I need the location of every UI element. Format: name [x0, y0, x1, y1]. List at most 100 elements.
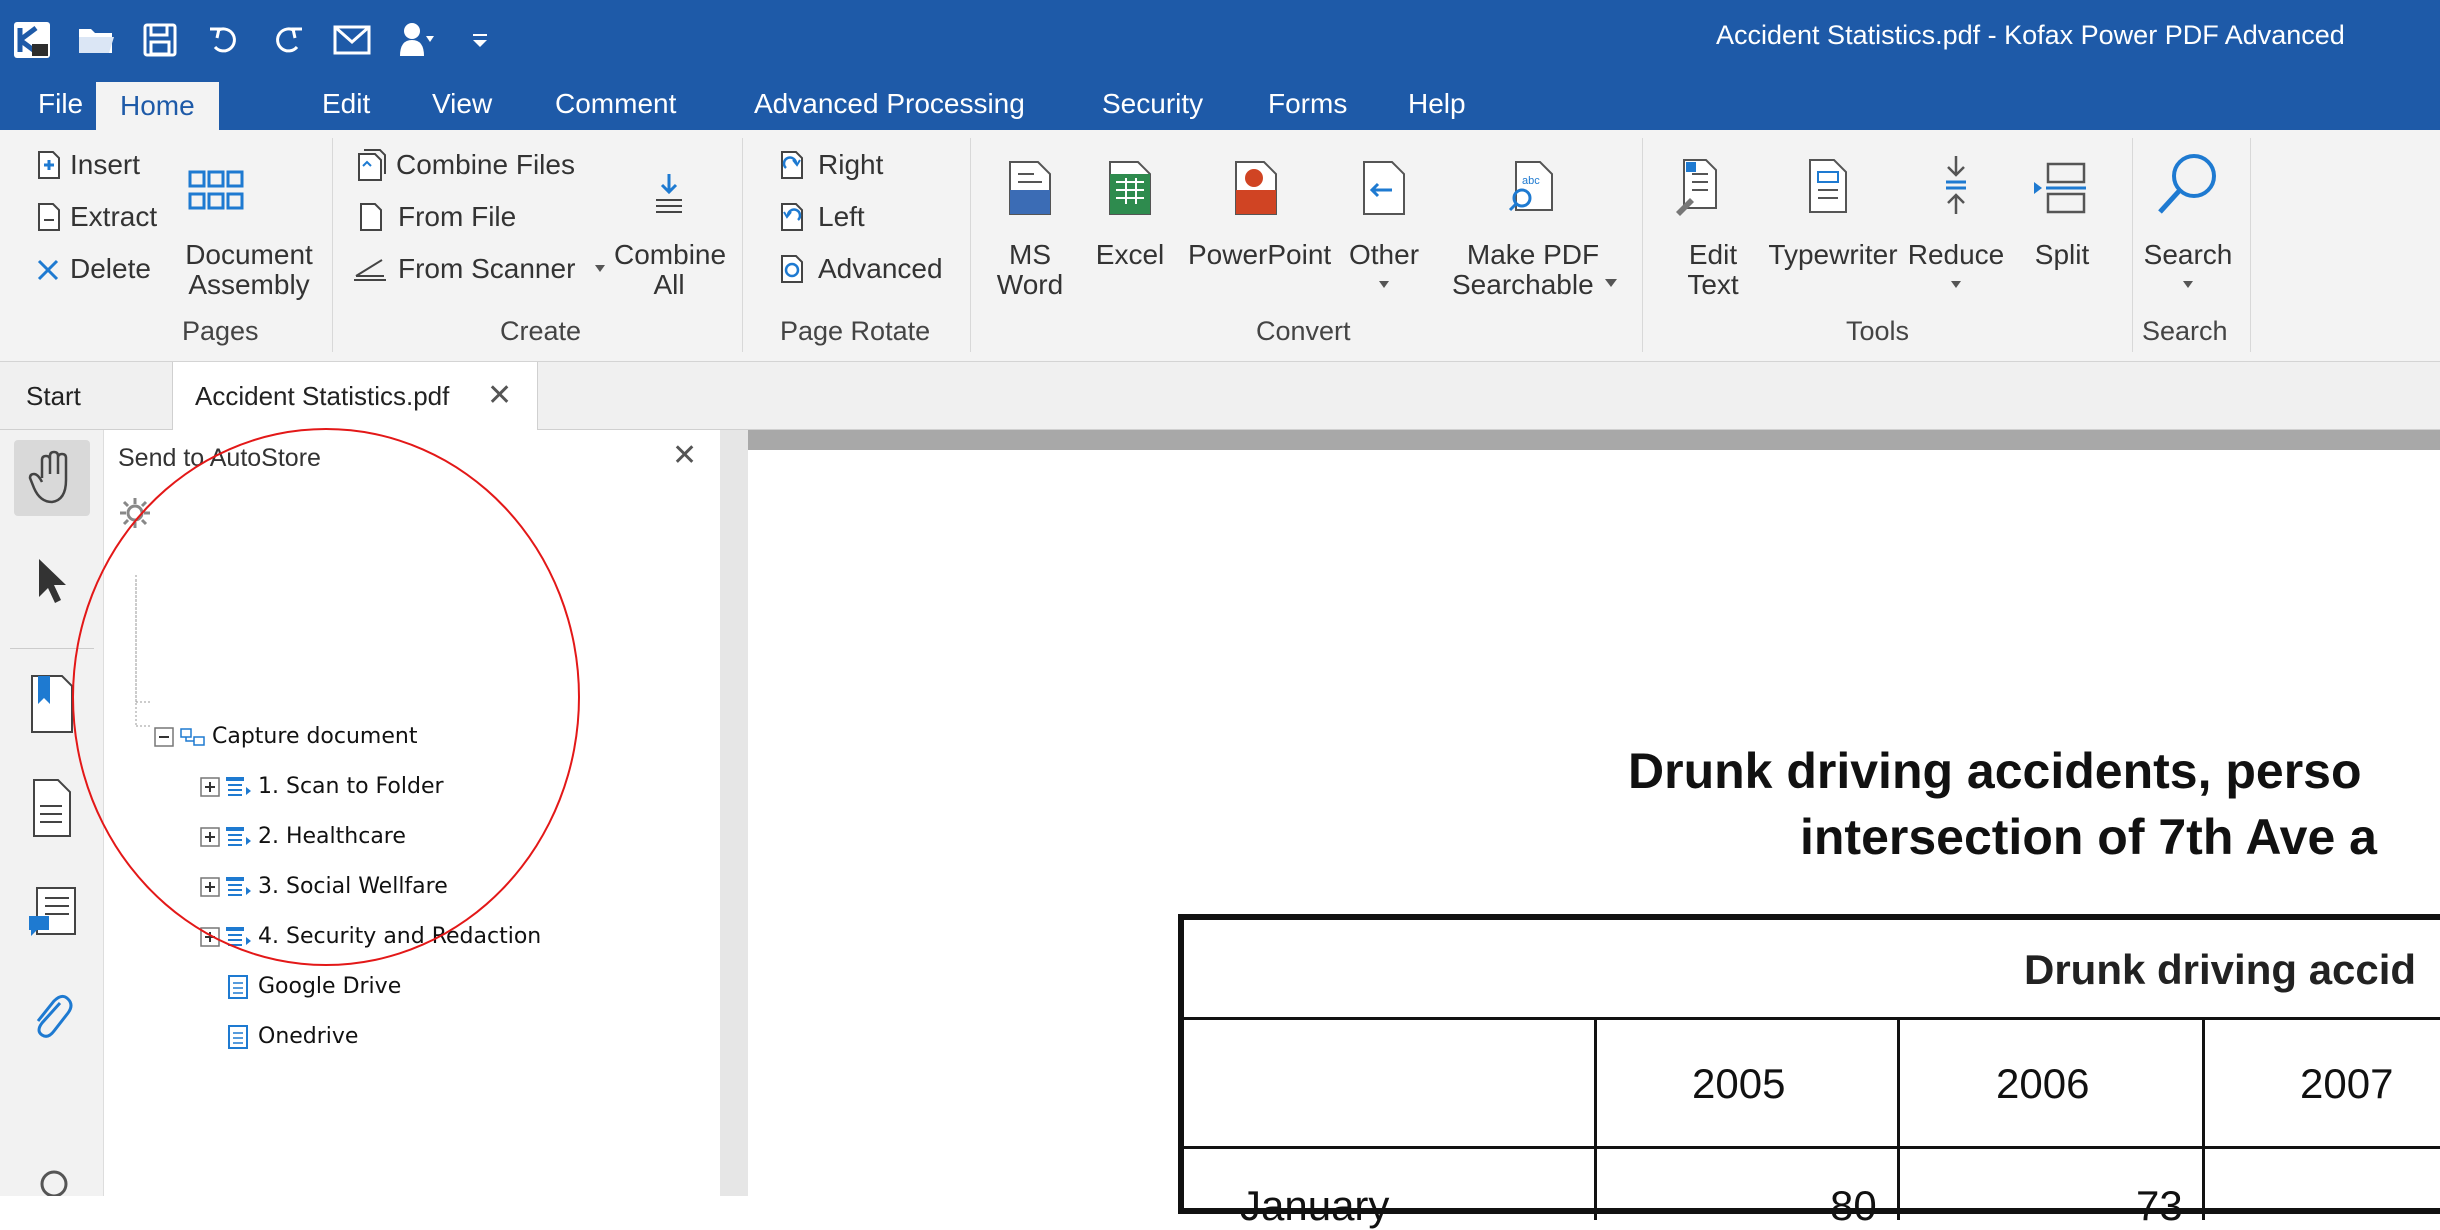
- search-group-label: Search: [2142, 316, 2228, 346]
- split-icon: [2034, 162, 2086, 214]
- save-icon[interactable]: [138, 18, 182, 62]
- tab-file[interactable]: File: [38, 78, 83, 130]
- make-pdf-label: Make PDF: [1466, 239, 1600, 270]
- tree-item-label: 3. Social Wellfare: [258, 874, 448, 899]
- assembly-label: Assembly: [188, 269, 310, 300]
- group-divider: [1642, 138, 1643, 352]
- expand-icon[interactable]: [200, 776, 220, 797]
- table-header-cell: 2007: [2300, 1060, 2394, 1107]
- document-label: Document: [185, 239, 313, 270]
- other-format-icon: [1363, 161, 1405, 215]
- table-cell: 80: [1830, 1182, 1877, 1229]
- dropdown-arrow-icon: [1951, 281, 1961, 288]
- create-group-label: Create: [500, 316, 582, 346]
- rotate-left-label: Left: [818, 201, 865, 232]
- redo-icon[interactable]: [266, 18, 310, 62]
- tab-view[interactable]: View: [432, 78, 492, 130]
- tab-security[interactable]: Security: [1102, 78, 1203, 130]
- group-divider: [742, 138, 743, 352]
- hand-tool-icon[interactable]: [14, 440, 90, 516]
- tree-leaf-label: Onedrive: [258, 1024, 359, 1049]
- insert-label: Insert: [70, 149, 141, 180]
- tab-comment[interactable]: Comment: [555, 78, 676, 130]
- select-arrow-icon[interactable]: [14, 544, 90, 620]
- search-icon: [2158, 154, 2216, 214]
- text-label: Text: [1687, 269, 1739, 300]
- table-row-label: January: [1240, 1182, 1390, 1229]
- file-icon: [360, 203, 382, 231]
- customize-quick-access-icon[interactable]: [458, 18, 502, 62]
- rotate-right-icon: [781, 151, 803, 179]
- destination-icon: [228, 1024, 248, 1049]
- table-row-divider: [1184, 1146, 2440, 1149]
- expand-icon[interactable]: [200, 926, 220, 947]
- scanner-icon: [354, 259, 386, 281]
- search-panel-icon[interactable]: [14, 1082, 90, 1196]
- word-label: Word: [996, 269, 1064, 300]
- split-label: Split: [2034, 239, 2090, 270]
- combine-all-icon: [656, 174, 682, 213]
- attachments-icon[interactable]: [14, 978, 90, 1054]
- workflow-icon: [180, 727, 205, 746]
- tree-leaf-google-drive[interactable]: Google Drive: [226, 974, 401, 999]
- collapse-icon[interactable]: [154, 726, 174, 747]
- tab-edit[interactable]: Edit: [322, 78, 370, 130]
- window-title: Accident Statistics.pdf - Kofax Power PD…: [1716, 20, 2345, 50]
- tree-item-scan-to-folder[interactable]: 1. Scan to Folder: [200, 774, 444, 799]
- dropdown-arrow-icon: [2183, 281, 2193, 288]
- open-folder-icon[interactable]: [74, 18, 118, 62]
- tree-item-label: 1. Scan to Folder: [258, 774, 444, 799]
- send-to-autostore-panel: Send to AutoStore ✕ Capture document 1. …: [104, 430, 720, 1196]
- tree-root-node[interactable]: Capture document: [154, 724, 417, 749]
- tree-root-label: Capture document: [212, 724, 418, 749]
- document-assembly-icon: [188, 170, 244, 210]
- undo-icon[interactable]: [202, 18, 246, 62]
- tree-item-security-and-redaction[interactable]: 4. Security and Redaction: [200, 924, 541, 949]
- insert-page-icon: [38, 151, 60, 179]
- powerpoint-label: PowerPoint: [1188, 239, 1332, 270]
- from-file-label: From File: [398, 201, 517, 232]
- from-scanner-label: From Scanner: [398, 253, 576, 284]
- tab-home[interactable]: Home: [96, 82, 219, 130]
- svg-text:abc: abc: [1522, 175, 1540, 187]
- extract-page-icon: [38, 203, 60, 231]
- app-logo-icon[interactable]: [10, 18, 54, 62]
- extract-label: Extract: [70, 201, 158, 232]
- table-caption-text: Drunk driving accid: [2024, 946, 2417, 993]
- panel-splitter[interactable]: [720, 430, 748, 1196]
- expand-icon[interactable]: [200, 876, 220, 897]
- expand-icon[interactable]: [200, 826, 220, 847]
- edit-label: Edit: [1688, 239, 1738, 270]
- searchable-pdf-icon: abc: [1508, 161, 1553, 212]
- tab-forms[interactable]: Forms: [1268, 78, 1347, 130]
- typewriter-label: Typewriter: [1768, 239, 1898, 270]
- tree-item-healthcare[interactable]: 2. Healthcare: [200, 824, 406, 849]
- convert-group-label: Convert: [1256, 316, 1351, 346]
- pages-group-label: Pages: [182, 316, 259, 346]
- user-profile-icon[interactable]: [394, 18, 438, 62]
- tab-label: Accident Statistics.pdf: [195, 381, 450, 411]
- page-rotate-group-label: Page Rotate: [780, 316, 931, 346]
- tab-accident-statistics[interactable]: Accident Statistics.pdf ✕: [172, 362, 538, 431]
- tab-start[interactable]: Start: [26, 362, 81, 430]
- rail-divider: [10, 648, 94, 649]
- pages-thumbnail-icon[interactable]: [14, 770, 90, 846]
- rotate-left-icon: [781, 203, 803, 231]
- rotate-advanced-label: Advanced: [818, 253, 943, 284]
- document-viewer[interactable]: Drunk driving accidents, perso intersect…: [748, 430, 2440, 1229]
- document-subheading: intersection of 7th Ave a: [1800, 809, 2377, 865]
- tab-advanced-processing[interactable]: Advanced Processing: [754, 78, 1025, 130]
- email-icon[interactable]: [330, 18, 374, 62]
- group-divider: [332, 138, 333, 352]
- ribbon: Insert Extract Delete Document Assembly …: [0, 130, 2440, 362]
- comments-list-icon[interactable]: [14, 874, 90, 950]
- searchable-label: Searchable: [1452, 269, 1594, 300]
- bookmarks-icon[interactable]: [14, 666, 90, 742]
- tree-item-label: 4. Security and Redaction: [258, 924, 542, 949]
- tree-leaf-onedrive[interactable]: Onedrive: [226, 1024, 358, 1049]
- combine-files-label: Combine Files: [396, 149, 575, 180]
- tab-help[interactable]: Help: [1408, 78, 1466, 130]
- close-tab-icon[interactable]: ✕: [487, 362, 512, 430]
- tree-item-social-wellfare[interactable]: 3. Social Wellfare: [200, 874, 448, 899]
- statistics-table: Drunk driving accid 2005 2006 2007 Janua…: [1178, 914, 2440, 1229]
